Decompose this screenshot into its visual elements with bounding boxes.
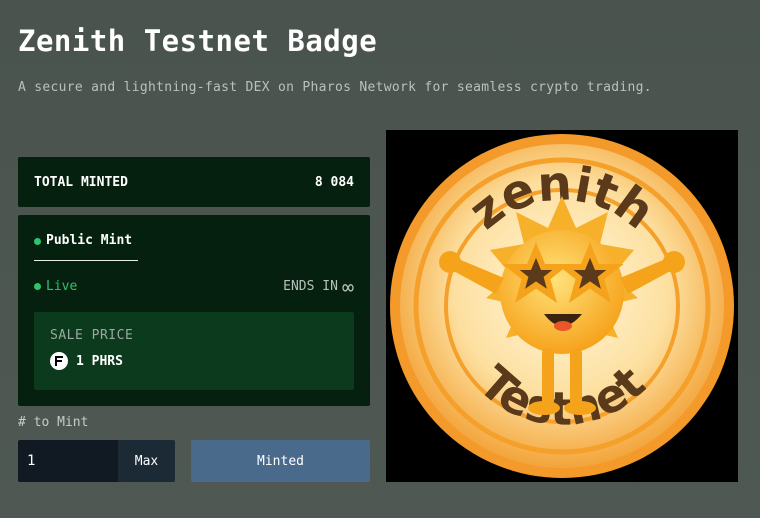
tab-public-mint-label: Public Mint: [46, 233, 133, 248]
ends-in-label: ENDS IN: [283, 279, 338, 294]
live-dot-icon: [34, 283, 41, 290]
sale-price-value: 1 PHRS: [50, 352, 123, 370]
pharos-token-icon: [50, 352, 68, 370]
quantity-label: # to Mint: [18, 415, 89, 430]
ends-in: ENDS IN ∞: [283, 274, 354, 299]
status-dot-icon: [34, 238, 41, 245]
live-status: Live: [34, 279, 77, 294]
quantity-input[interactable]: [18, 440, 118, 482]
max-button[interactable]: Max: [118, 440, 175, 482]
mint-phase-card: Public Mint Live ENDS IN ∞ SALE PRICE 1 …: [18, 215, 370, 406]
total-minted-label: TOTAL MINTED: [34, 174, 128, 190]
sale-price-label: SALE PRICE: [50, 328, 134, 343]
live-status-label: Live: [46, 279, 78, 294]
page-title: Zenith Testnet Badge: [18, 24, 378, 58]
infinity-icon: ∞: [341, 274, 354, 299]
sale-price-amount: 1 PHRS: [76, 353, 123, 369]
badge-image: zenith Testnet: [386, 130, 738, 482]
total-minted-value: 8 084: [314, 174, 354, 190]
tab-public-mint[interactable]: Public Mint: [34, 231, 138, 261]
minted-button[interactable]: Minted: [191, 440, 370, 482]
page-subtitle: A secure and lightning-fast DEX on Pharo…: [18, 80, 652, 95]
sale-price-box: SALE PRICE 1 PHRS: [34, 312, 354, 390]
total-minted-card: TOTAL MINTED 8 084: [18, 157, 370, 207]
